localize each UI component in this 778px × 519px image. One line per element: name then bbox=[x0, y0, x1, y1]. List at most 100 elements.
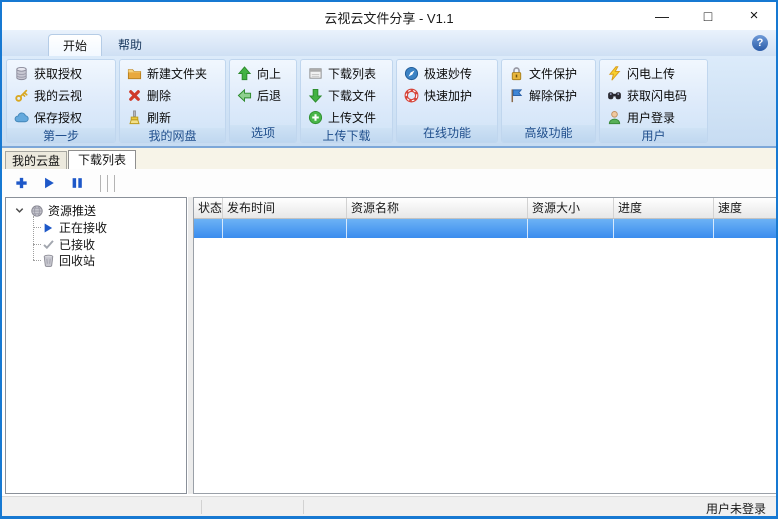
ribbon-group-advanced: 文件保护 解除保护 高级功能 bbox=[501, 59, 596, 143]
tree-connector bbox=[33, 260, 41, 261]
button-label: 解除保护 bbox=[529, 88, 578, 103]
column-header-resource-size[interactable]: 资源大小 bbox=[528, 198, 614, 218]
ribbon: 获取授权 我的云视 保存授权 第一步 新建文件夹 删除 刷新 我的网盘 向上 后… bbox=[2, 56, 776, 148]
user-login-button[interactable]: 用户登录 bbox=[604, 106, 707, 128]
back-arrow-icon bbox=[237, 88, 252, 103]
column-header-status[interactable]: 状态 bbox=[194, 198, 223, 218]
close-button[interactable]: × bbox=[740, 2, 768, 30]
table-header: 状态 发布时间 资源名称 资源大小 进度 速度 bbox=[194, 198, 776, 219]
start-task-button[interactable] bbox=[40, 174, 58, 192]
ribbon-group-caption: 我的网盘 bbox=[120, 128, 225, 142]
back-button[interactable]: 后退 bbox=[234, 84, 296, 106]
resource-tree-panel: 资源推送 正在接收 已接收 回收站 bbox=[5, 197, 187, 494]
button-label: 我的云视 bbox=[34, 88, 83, 103]
button-label: 文件保护 bbox=[529, 66, 578, 81]
ribbon-group-caption: 用户 bbox=[600, 128, 707, 142]
get-authorization-button[interactable]: 获取授权 bbox=[11, 62, 115, 84]
tree-node-recycle-bin[interactable]: 回收站 bbox=[41, 252, 95, 269]
column-header-speed[interactable]: 速度 bbox=[714, 198, 776, 218]
my-cloudview-button[interactable]: 我的云视 bbox=[11, 84, 115, 106]
save-authorization-button[interactable]: 保存授权 bbox=[11, 106, 115, 128]
pause-task-button[interactable] bbox=[68, 174, 86, 192]
table-cell bbox=[347, 219, 528, 238]
tree-node-receiving[interactable]: 正在接收 bbox=[41, 219, 107, 236]
new-folder-button[interactable]: 新建文件夹 bbox=[124, 62, 225, 84]
lock-icon bbox=[509, 66, 524, 81]
quick-protect-button[interactable]: 快速加护 bbox=[401, 84, 497, 106]
chevron-down-icon[interactable] bbox=[12, 204, 26, 218]
download-file-button[interactable]: 下载文件 bbox=[305, 84, 392, 106]
button-label: 获取闪电码 bbox=[627, 88, 688, 103]
status-bar: 用户未登录 bbox=[2, 496, 776, 516]
upload-file-icon bbox=[308, 110, 323, 125]
button-label: 后退 bbox=[257, 88, 282, 103]
app-window: 云视云文件分享 - V1.1 — □ × 开始 帮助 ? 获取授权 我的云视 保… bbox=[0, 0, 778, 519]
download-list-icon bbox=[308, 66, 323, 81]
add-task-button[interactable] bbox=[12, 174, 30, 192]
ribbon-group-transfer: 下载列表 下载文件 上传文件 上传下载 bbox=[300, 59, 393, 143]
column-header-resource-name[interactable]: 资源名称 bbox=[347, 198, 528, 218]
up-arrow-icon bbox=[237, 65, 252, 81]
new-folder-icon bbox=[127, 66, 142, 81]
titlebar: 云视云文件分享 - V1.1 — □ × bbox=[2, 2, 776, 30]
minimize-button[interactable]: — bbox=[648, 2, 676, 30]
table-cell bbox=[614, 219, 714, 238]
tree-connector bbox=[33, 244, 41, 245]
refresh-button[interactable]: 刷新 bbox=[124, 106, 225, 128]
ribbon-tab-start[interactable]: 开始 bbox=[48, 34, 103, 56]
page-tab-my-cloud-disk[interactable]: 我的云盘 bbox=[5, 151, 67, 169]
table-cell bbox=[194, 219, 223, 238]
toolbar-separator bbox=[100, 174, 101, 192]
ribbon-group-user: 闪电上传 获取闪电码 用户登录 用户 bbox=[599, 59, 708, 143]
toolbar-separator bbox=[114, 174, 115, 192]
receiving-icon bbox=[41, 221, 55, 235]
ribbon-group-options: 向上 后退 选项 bbox=[229, 59, 297, 143]
maximize-button[interactable]: □ bbox=[694, 2, 722, 30]
recycle-bin-icon bbox=[41, 254, 55, 268]
upload-file-button[interactable]: 上传文件 bbox=[305, 106, 392, 128]
get-lightning-code-button[interactable]: 获取闪电码 bbox=[604, 84, 707, 106]
button-label: 极速妙传 bbox=[424, 66, 473, 81]
ribbon-group-caption: 选项 bbox=[230, 125, 296, 142]
speed-transfer-button[interactable]: 极速妙传 bbox=[401, 62, 497, 84]
ribbon-group-online: 极速妙传 快速加护 在线功能 bbox=[396, 59, 498, 143]
download-list-button[interactable]: 下载列表 bbox=[305, 62, 392, 84]
ribbon-group-caption: 上传下载 bbox=[301, 128, 392, 142]
button-label: 删除 bbox=[147, 88, 172, 103]
tree-node-label: 已接收 bbox=[59, 238, 96, 252]
up-button[interactable]: 向上 bbox=[234, 62, 296, 84]
toolbar-separator bbox=[107, 174, 108, 192]
tree-node-received[interactable]: 已接收 bbox=[41, 236, 95, 253]
cloud-icon bbox=[14, 110, 29, 125]
flag-icon bbox=[509, 88, 524, 103]
received-check-icon bbox=[41, 238, 55, 252]
button-label: 上传文件 bbox=[328, 110, 377, 125]
button-label: 下载文件 bbox=[328, 88, 377, 103]
tree-node-resource-push[interactable]: 资源推送 bbox=[12, 202, 96, 219]
table-row[interactable] bbox=[194, 219, 776, 238]
ribbon-group-my-disk: 新建文件夹 删除 刷新 我的网盘 bbox=[119, 59, 226, 143]
lightning-upload-button[interactable]: 闪电上传 bbox=[604, 62, 707, 84]
button-label: 下载列表 bbox=[328, 66, 377, 81]
help-icon[interactable]: ? bbox=[752, 35, 768, 51]
download-table: 状态 发布时间 资源名称 资源大小 进度 速度 bbox=[193, 197, 776, 494]
refresh-icon bbox=[127, 109, 142, 125]
ribbon-tab-help[interactable]: 帮助 bbox=[104, 34, 156, 56]
page-tab-download-list[interactable]: 下载列表 bbox=[68, 150, 136, 169]
delete-icon bbox=[127, 88, 142, 103]
delete-button[interactable]: 删除 bbox=[124, 84, 225, 106]
button-label: 用户登录 bbox=[627, 110, 676, 125]
button-label: 保存授权 bbox=[34, 110, 83, 125]
table-cell bbox=[223, 219, 347, 238]
ribbon-group-first-step: 获取授权 我的云视 保存授权 第一步 bbox=[6, 59, 116, 143]
column-header-progress[interactable]: 进度 bbox=[614, 198, 714, 218]
ribbon-tab-row: 开始 帮助 ? bbox=[2, 30, 776, 56]
user-status-text: 用户未登录 bbox=[705, 502, 766, 516]
unprotect-button[interactable]: 解除保护 bbox=[506, 84, 595, 106]
user-icon bbox=[607, 110, 622, 125]
button-label: 闪电上传 bbox=[627, 66, 676, 81]
column-header-publish-time[interactable]: 发布时间 bbox=[223, 198, 347, 218]
file-protect-button[interactable]: 文件保护 bbox=[506, 62, 595, 84]
tree-node-label: 回收站 bbox=[59, 254, 96, 268]
play-icon bbox=[42, 176, 57, 191]
